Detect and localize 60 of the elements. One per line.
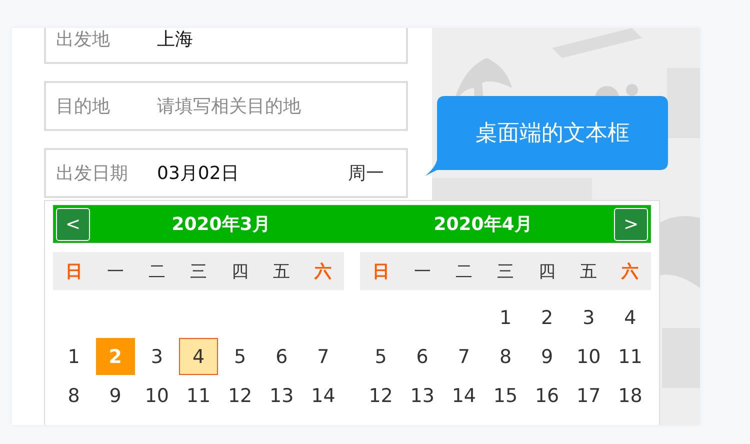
input-field[interactable]: 出发日期 03月02日 周一 <box>44 148 408 198</box>
calendar-day[interactable]: 4 <box>610 299 650 336</box>
calendar-day[interactable]: 18 <box>610 377 650 414</box>
calendar-day[interactable]: 7 <box>303 338 343 375</box>
weekday-label: 二 <box>147 260 166 282</box>
weekday-label: 四 <box>538 260 557 282</box>
weekday-label: 日 <box>371 260 390 282</box>
calendar-day[interactable]: 2 <box>527 299 567 336</box>
field-placeholder: 请填写相关目的地 <box>157 95 301 118</box>
calendar-day[interactable]: 4 <box>178 338 218 375</box>
calendar-day[interactable]: 11 <box>610 338 650 375</box>
calendar-day[interactable]: 10 <box>137 377 177 414</box>
calendar-day[interactable]: 12 <box>220 377 260 414</box>
input-field[interactable]: 出发地 上海 <box>44 28 408 64</box>
calendar-day[interactable]: 15 <box>486 377 526 414</box>
weekday-label: 二 <box>454 260 474 282</box>
calendar-day[interactable]: 10 <box>568 338 608 375</box>
calendar-day[interactable]: 7 <box>444 338 484 375</box>
field-label: 出发日期 <box>56 162 129 185</box>
tooltip-text: 桌面端的文本框 <box>476 120 630 148</box>
field-label: 出发地 <box>56 28 111 51</box>
calendar-day[interactable]: 17 <box>568 377 608 414</box>
calendar-day[interactable]: 8 <box>486 338 526 375</box>
calendar-day[interactable]: 1 <box>54 338 94 375</box>
weekday-label: 一 <box>106 260 125 282</box>
next-month-button[interactable]: > <box>614 208 648 240</box>
calendar-day[interactable]: 11 <box>178 377 218 414</box>
calendar-day[interactable]: 14 <box>303 377 343 414</box>
prev-month-button[interactable]: < <box>56 208 90 240</box>
calendar-day[interactable]: 6 <box>402 338 442 375</box>
weekday-label: 日 <box>64 260 84 282</box>
calendar-day[interactable]: 1 <box>486 299 526 336</box>
weekday-label: 六 <box>620 260 640 282</box>
weekday-label: 四 <box>230 260 250 282</box>
calendar-day[interactable]: 13 <box>402 377 442 414</box>
weekday-label: 六 <box>313 260 333 282</box>
calendar-day[interactable]: 12 <box>361 377 401 414</box>
calendar-day[interactable]: 16 <box>527 377 567 414</box>
field-value: 上海 <box>157 28 193 51</box>
weekday-text: 周一 <box>348 162 384 185</box>
month-title: 2020年4月 <box>432 213 534 236</box>
field-label: 目的地 <box>56 95 111 118</box>
calendar-day[interactable]: 13 <box>262 377 302 414</box>
calendar-day[interactable]: 9 <box>527 338 567 375</box>
calendar-day[interactable]: 5 <box>361 338 401 375</box>
calendar-day[interactable]: 3 <box>137 338 177 375</box>
calendar-day[interactable]: 6 <box>262 338 302 375</box>
input-field[interactable]: 目的地 请填写相关目的地 <box>44 81 408 131</box>
calendar-day[interactable]: 9 <box>96 377 136 414</box>
weekday-label: 五 <box>579 260 598 282</box>
calendar-day[interactable]: 5 <box>220 338 260 375</box>
calendar-day[interactable]: 3 <box>568 299 608 336</box>
month-title: 2020年3月 <box>170 213 272 236</box>
weekday-label: 三 <box>188 260 208 282</box>
field-value: 03月02日 <box>157 162 239 185</box>
weekday-label: 五 <box>272 260 292 282</box>
weekday-label: 三 <box>496 260 515 282</box>
calendar-day[interactable]: 8 <box>54 377 94 414</box>
weekday-label: 一 <box>412 260 432 282</box>
calendar-day[interactable]: 14 <box>444 377 484 414</box>
